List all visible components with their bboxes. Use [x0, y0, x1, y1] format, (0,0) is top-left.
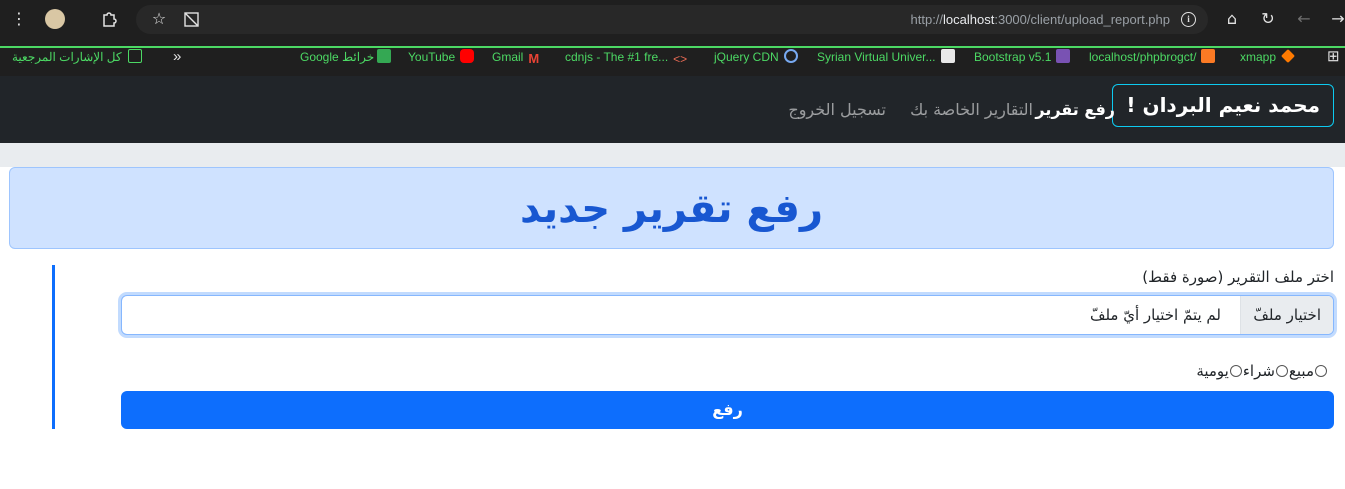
code-icon: <> [673, 52, 688, 66]
nav-upload-report[interactable]: رفع تقرير [1035, 99, 1115, 121]
site-navbar: محمد نعيم البردان ! رفع تقرير التقارير ا… [0, 76, 1345, 143]
extensions-icon[interactable] [96, 6, 122, 32]
svu-icon [940, 49, 955, 63]
apps-grid-icon[interactable]: ⊞ [1327, 48, 1340, 66]
nav-logout[interactable]: تسجيل الخروج [788, 99, 886, 121]
choose-file-button[interactable]: اختيار ملفّ [1240, 296, 1333, 334]
bookmark-jquery[interactable]: jQuery CDN [714, 48, 798, 66]
radio-daily[interactable]: يومية [1196, 361, 1243, 381]
reload-icon[interactable]: ↻ [1255, 6, 1281, 32]
bookmark-bootstrap[interactable]: Bootstrap v5.1 [974, 48, 1071, 66]
radio-sale-label: مبيع [1288, 362, 1314, 380]
radio-daily-circle[interactable] [1229, 365, 1242, 377]
folder-icon [127, 49, 142, 63]
radio-purchase-circle[interactable] [1275, 365, 1288, 377]
address-bar[interactable]: ☆ http://localhost:3000/client/upload_re… [136, 5, 1208, 34]
submit-button[interactable]: رفع [121, 391, 1334, 429]
file-label: اختر ملف التقرير (صورة فقط) [1142, 268, 1334, 286]
home-icon[interactable]: ⌂ [1219, 6, 1245, 32]
radio-daily-label: يومية [1196, 362, 1229, 380]
loading-line [0, 46, 1345, 48]
profile-avatar[interactable] [42, 6, 68, 32]
bootstrap-icon [1056, 49, 1071, 63]
bookmark-google-maps[interactable]: خرائط Google [300, 48, 392, 66]
site-info-icon[interactable]: i [1181, 12, 1196, 27]
report-type-radios: مبيع شراء يومية [1196, 361, 1328, 381]
radio-purchase-label: شراء [1242, 362, 1275, 380]
bookmark-cdnjs[interactable]: cdnjs - The #1 fre... <> [565, 48, 687, 66]
page-gray-strip [0, 143, 1345, 167]
file-input[interactable]: اختيار ملفّ لم يتمّ اختيار أيّ ملفّ [121, 295, 1334, 335]
bookmark-svu[interactable]: Syrian Virtual Univer... [817, 48, 955, 66]
nav-my-reports[interactable]: التقارير الخاصة بك [910, 99, 1033, 121]
bookmark-star-icon[interactable]: ☆ [146, 6, 172, 32]
bookmark-xmapp[interactable]: xmapp [1240, 48, 1295, 66]
bookmarks-bar: ⊞ xmapp localhost/phpbrogct/ Bootstrap v… [0, 38, 1345, 76]
radio-purchase[interactable]: شراء [1243, 361, 1289, 381]
bookmark-all-bookmarks[interactable]: كل الإشارات المرجعية [12, 48, 142, 66]
back-icon[interactable]: ← [1291, 6, 1317, 32]
no-tracking-icon[interactable] [178, 6, 204, 32]
navbar-brand[interactable]: محمد نعيم البردان ! [1112, 84, 1334, 127]
page-heading-alert: رفع تقرير جديد [9, 167, 1334, 249]
forward-icon[interactable]: → [1325, 6, 1345, 32]
bookmark-localhost[interactable]: localhost/phpbrogct/ [1089, 48, 1216, 66]
browser-toolbar: ⋮ ☆ http://localhost:3000/client/upload_… [0, 0, 1345, 38]
file-status-text: لم يتمّ اختيار أيّ ملفّ [1089, 306, 1221, 324]
bookmark-youtube[interactable]: YouTube [408, 48, 475, 66]
xampp-icon [1201, 49, 1216, 63]
radio-sale[interactable]: مبيع [1289, 361, 1328, 381]
page-title: رفع تقرير جديد [519, 186, 824, 232]
more-bookmarks-icon[interactable]: » [173, 48, 181, 66]
upload-form: اختر ملف التقرير (صورة فقط) اختيار ملفّ … [52, 265, 1334, 429]
maps-icon [377, 49, 392, 63]
url-text[interactable]: http://localhost:3000/client/upload_repo… [911, 5, 1170, 34]
bookmark-gmail[interactable]: Gmail M [492, 48, 542, 66]
menu-dots-icon[interactable]: ⋮ [6, 6, 32, 32]
gmail-icon: M [528, 51, 540, 66]
radio-sale-circle[interactable] [1315, 365, 1327, 377]
jquery-icon [783, 49, 798, 63]
youtube-icon [460, 49, 475, 63]
xampp-diamond-icon [1281, 49, 1295, 63]
